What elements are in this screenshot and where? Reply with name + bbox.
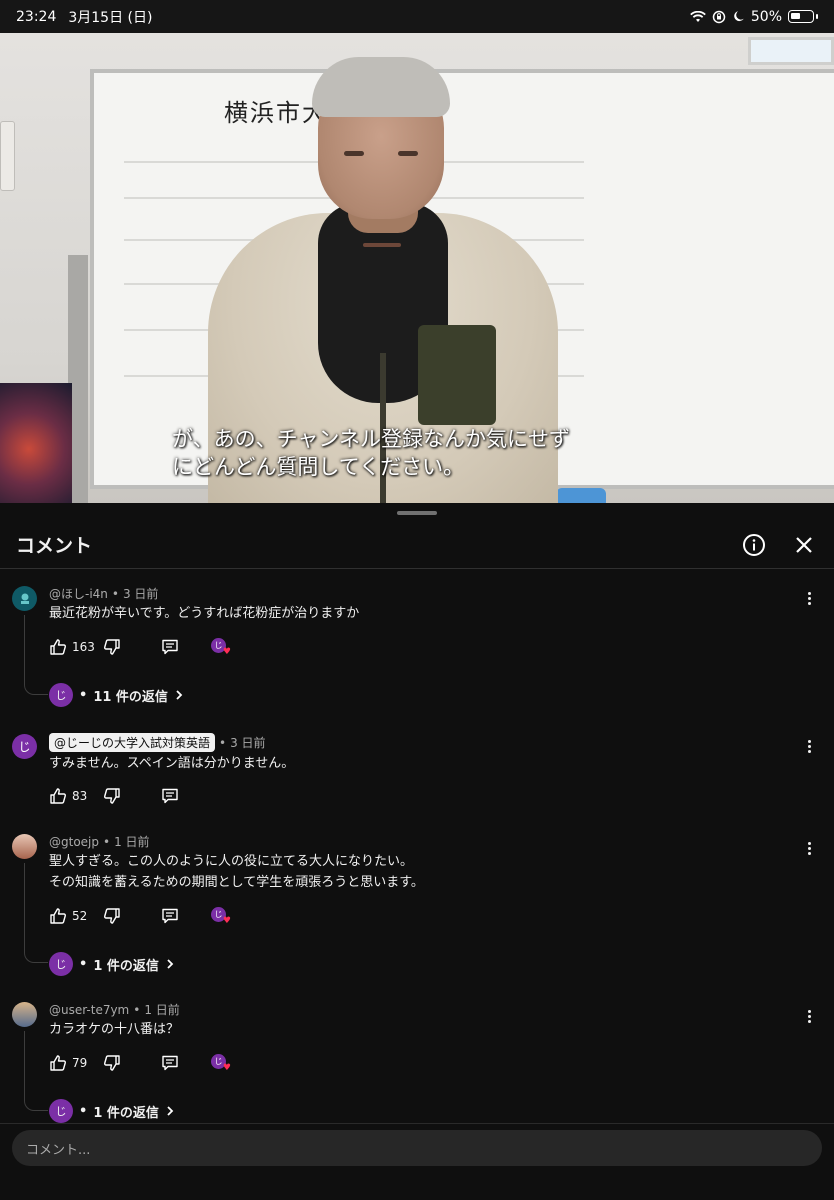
thumbs-up-icon (50, 639, 66, 655)
window (748, 37, 834, 65)
creator-avatar: じ (49, 1099, 73, 1123)
creator-avatar: じ (49, 683, 73, 707)
thumbs-up-icon (50, 908, 66, 924)
reply-button[interactable] (161, 787, 211, 805)
status-indicators: 50% (690, 9, 818, 25)
like-count: 163 (72, 640, 95, 654)
thumbs-down-icon (104, 788, 120, 804)
comment-author[interactable]: @じーじの大学入試対策英語 (49, 733, 216, 752)
status-date: 3月15日 (日) (68, 9, 153, 26)
view-replies-link[interactable]: じ • 1 件の返信 (49, 952, 175, 976)
like-button[interactable]: 83 (49, 787, 99, 805)
dislike-button[interactable] (103, 638, 159, 656)
chevron-right-icon (167, 959, 174, 969)
like-count: 52 (72, 909, 88, 923)
dislike-button[interactable] (103, 907, 159, 925)
wall-switch (0, 121, 15, 191)
reply-button[interactable] (161, 1054, 211, 1072)
status-time: 23:24 (16, 8, 57, 25)
rotation-lock-icon (712, 10, 726, 23)
comment-time: 3 日前 (122, 587, 159, 601)
heart-icon: ♥ (222, 647, 231, 657)
comment-text: すみません。スペイン語は分かりません。 (49, 756, 295, 771)
reply-icon (162, 639, 178, 655)
replies-count: 1 件の返信 (93, 1105, 159, 1121)
panel-header: コメント (0, 521, 834, 569)
dislike-button[interactable] (103, 787, 159, 805)
comment-author[interactable]: @user-te7ym (49, 1003, 129, 1017)
comments-panel: コメント @ほし-i4n • 3 日前 最近花粉が辛いです。どうすれば花粉症が治… (0, 503, 834, 1200)
chevron-right-icon (167, 1106, 174, 1116)
more-options-icon[interactable] (800, 587, 818, 609)
comment-time: 3 日前 (230, 736, 266, 750)
chevron-right-icon (176, 690, 183, 700)
creator-avatar: じ (49, 952, 73, 976)
thumbs-down-icon (104, 908, 120, 924)
like-button[interactable]: 163 (49, 638, 99, 656)
reply-icon (162, 1055, 178, 1071)
creator-avatar[interactable]: じ (12, 734, 37, 759)
like-count: 83 (72, 789, 88, 803)
comment-time: 1 日前 (144, 1003, 180, 1017)
like-button[interactable]: 52 (49, 907, 99, 925)
comment-text: 最近花粉が辛いです。どうすれば花粉症が治りますか (49, 606, 360, 621)
reply-button[interactable] (161, 638, 211, 656)
info-icon[interactable] (740, 531, 768, 559)
comment-input[interactable]: コメント... (12, 1130, 822, 1166)
creator-heart: じ ♥ (211, 638, 231, 657)
avatar[interactable] (12, 834, 37, 859)
status-bar: 23:24 3月15日 (日) 50% (0, 0, 834, 33)
comment-time: 1 日前 (114, 835, 150, 849)
thumbs-up-icon (50, 788, 66, 804)
battery-percent: 50% (750, 8, 782, 25)
avatar[interactable] (12, 1002, 37, 1027)
avatar[interactable] (12, 586, 37, 611)
moon-icon (734, 11, 744, 22)
battery-icon (788, 10, 814, 23)
comment-text: 聖人すぎる。この人のように人の役に立てる大人になりたい。 その知識を蓄えるための… (49, 854, 424, 890)
more-options-icon[interactable] (800, 1005, 818, 1027)
replies-count: 1 件の返信 (93, 958, 159, 974)
video-player[interactable]: 横浜市大 が、あの、チャンネル登録なんか気にせず にどんどん質問してください。 (0, 33, 834, 503)
heart-icon: ♥ (222, 916, 231, 926)
creator-heart: じ ♥ (211, 907, 231, 926)
heart-icon: ♥ (222, 1063, 231, 1073)
reply-button[interactable] (161, 907, 211, 925)
view-replies-link[interactable]: じ • 1 件の返信 (49, 1099, 175, 1123)
more-options-icon[interactable] (800, 735, 818, 757)
drag-handle[interactable] (397, 511, 437, 515)
comment-author[interactable]: @ほし-i4n (49, 585, 108, 602)
more-options-icon[interactable] (800, 837, 818, 859)
reply-icon (162, 788, 178, 804)
creator-heart: じ ♥ (211, 1054, 231, 1073)
replies-count: 11 件の返信 (93, 689, 168, 705)
wifi-icon (690, 10, 706, 22)
thumbs-down-icon (104, 639, 120, 655)
like-button[interactable]: 79 (49, 1054, 99, 1072)
thumbs-down-icon (104, 1055, 120, 1071)
reply-icon (162, 908, 178, 924)
close-icon[interactable] (790, 531, 818, 559)
dislike-button[interactable] (103, 1054, 159, 1072)
view-replies-link[interactable]: じ • 11 件の返信 (49, 683, 184, 707)
thumbs-up-icon (50, 1055, 66, 1071)
like-count: 79 (72, 1056, 88, 1070)
comment-input-bar: コメント... (0, 1123, 834, 1200)
tv-screen (0, 383, 72, 503)
comment-text: カラオケの十八番は？ (49, 1022, 180, 1037)
comment-author[interactable]: @gtoejp (49, 835, 99, 849)
panel-title: コメント (16, 535, 93, 557)
video-caption: が、あの、チャンネル登録なんか気にせず にどんどん質問してください。 (172, 427, 570, 479)
